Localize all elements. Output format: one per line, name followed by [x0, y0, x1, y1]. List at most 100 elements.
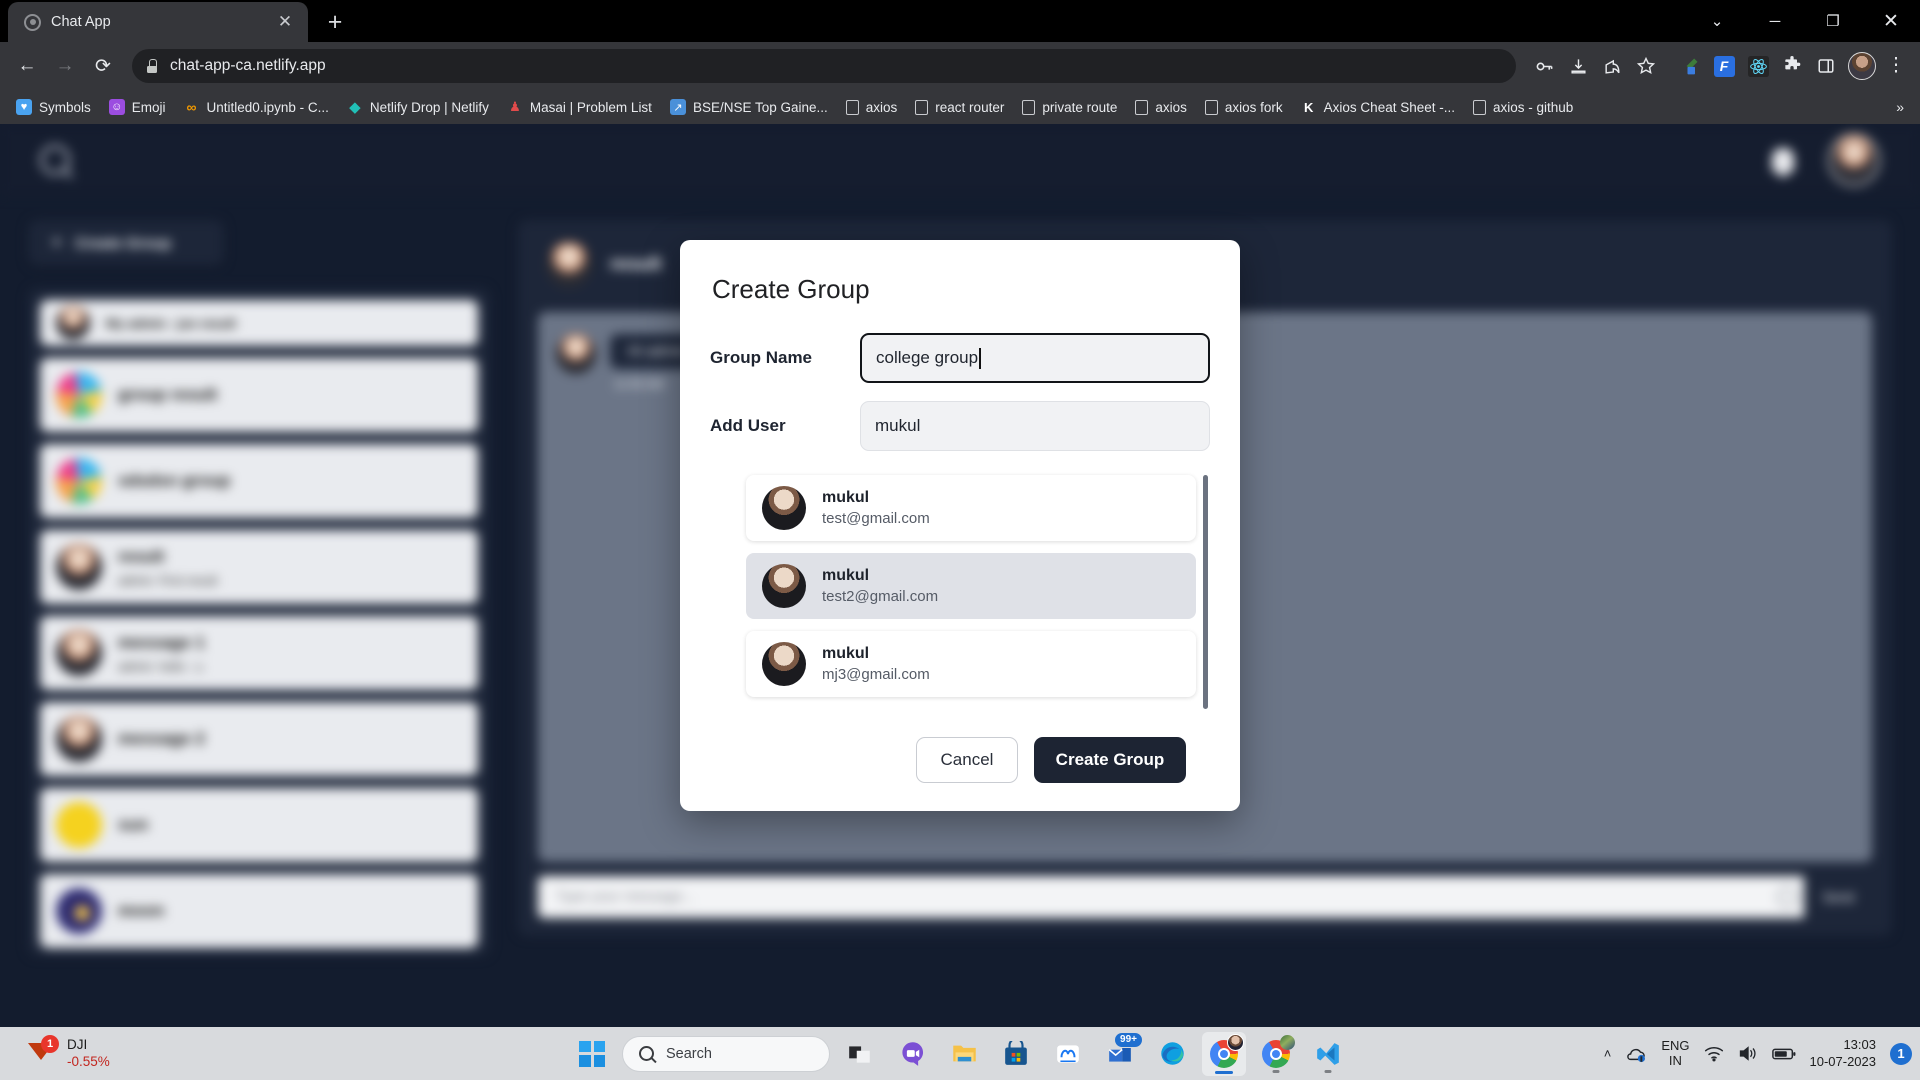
bookmark-item[interactable]: ◆ Netlify Drop | Netlify: [339, 95, 497, 119]
start-button[interactable]: [570, 1032, 614, 1076]
task-view-icon[interactable]: [838, 1032, 882, 1076]
edge-icon[interactable]: [1150, 1032, 1194, 1076]
install-app-icon[interactable]: [1562, 50, 1594, 82]
bookmark-item[interactable]: ∞ Untitled0.ipynb - C...: [176, 95, 337, 119]
tab-close-icon[interactable]: ✕: [272, 9, 298, 35]
language-top: ENG: [1661, 1037, 1690, 1053]
user-result-name: mukul: [822, 489, 870, 506]
bookmark-label: Axios Cheat Sheet -...: [1323, 99, 1455, 115]
notification-badge[interactable]: 1: [1890, 1042, 1912, 1065]
microsoft-store-icon[interactable]: [994, 1032, 1038, 1076]
address-bar[interactable]: chat-app-ca.netlify.app: [132, 49, 1516, 83]
window-controls: ⌄ ─ ❐ ✕: [1688, 0, 1920, 42]
clock[interactable]: 13:03 10-07-2023: [1810, 1037, 1877, 1071]
tray-chevron-icon[interactable]: ˄: [1604, 1046, 1612, 1061]
file-explorer-icon[interactable]: [942, 1032, 986, 1076]
blank-page-icon: [1135, 99, 1149, 115]
tab-search-chevron-icon[interactable]: ⌄: [1688, 0, 1746, 42]
svg-text:i: i: [1641, 1056, 1642, 1062]
netlify-icon: ◆: [349, 99, 361, 116]
user-result-text: mukul test2@gmail.com: [822, 567, 938, 605]
text-caret: [979, 347, 981, 369]
add-user-input[interactable]: mukul: [860, 401, 1210, 451]
bookmark-item[interactable]: axios: [838, 96, 906, 119]
group-name-row: Group Name college group: [710, 333, 1210, 383]
taskbar-search[interactable]: Search: [622, 1035, 830, 1072]
bookmarks-overflow-icon[interactable]: »: [1888, 99, 1912, 115]
results-scrollbar[interactable]: [1203, 475, 1208, 709]
user-result-name: mukul: [822, 645, 870, 662]
onedrive-icon[interactable]: i: [1625, 1045, 1647, 1063]
clock-time: 13:03: [1843, 1036, 1876, 1052]
bookmark-item[interactable]: private route: [1014, 96, 1125, 119]
mail-icon[interactable]: 99+: [1098, 1031, 1143, 1076]
bookmark-star-icon[interactable]: [1630, 50, 1662, 82]
profile-avatar[interactable]: [1848, 52, 1876, 80]
group-name-input[interactable]: college group: [860, 333, 1210, 383]
chrome-active-icon[interactable]: [1202, 1031, 1246, 1076]
new-tab-button[interactable]: +: [318, 5, 352, 39]
volume-icon[interactable]: [1738, 1045, 1758, 1062]
meta-icon[interactable]: [1046, 1032, 1090, 1076]
react-devtools-icon[interactable]: [1742, 50, 1774, 82]
extensions-puzzle-icon[interactable]: [1776, 50, 1808, 82]
address-bar-url: chat-app-ca.netlify.app: [170, 57, 326, 74]
teams-chat-icon[interactable]: [890, 1032, 934, 1076]
bookmark-item[interactable]: ☺ Emoji: [101, 95, 174, 119]
bookmark-item[interactable]: axios: [1127, 96, 1195, 119]
bookmark-item[interactable]: ↗ BSE/NSE Top Gaine...: [662, 95, 836, 119]
browser-tab-chat-app[interactable]: Chat App ✕: [8, 2, 308, 42]
user-result-avatar: [762, 486, 806, 530]
maximize-button[interactable]: ❐: [1804, 0, 1862, 42]
bookmark-label: axios: [865, 99, 898, 115]
user-result-email: mj3@gmail.com: [822, 666, 930, 683]
language-indicator[interactable]: ENG IN: [1661, 1037, 1690, 1069]
minimize-button[interactable]: ─: [1746, 0, 1804, 42]
bookmark-item[interactable]: react router: [907, 96, 1012, 119]
bookmark-label: Untitled0.ipynb - C...: [206, 99, 329, 115]
bookmark-item[interactable]: axios fork: [1197, 96, 1291, 119]
bookmark-item[interactable]: axios - github: [1465, 96, 1581, 119]
user-result-row[interactable]: mukul mj3@gmail.com: [746, 631, 1196, 697]
stocks-down-arrow-icon: 1: [26, 1034, 59, 1069]
vscode-icon[interactable]: [1306, 1032, 1350, 1076]
password-key-icon[interactable]: [1528, 50, 1560, 82]
side-panel-icon[interactable]: [1810, 50, 1842, 82]
close-window-button[interactable]: ✕: [1862, 0, 1920, 42]
share-icon[interactable]: [1596, 50, 1628, 82]
chrome-menu-icon[interactable]: ⋮: [1882, 56, 1910, 75]
taskbar-search-placeholder: Search: [666, 1045, 712, 1062]
lock-icon: [146, 59, 158, 73]
stocks-icon: ↗: [669, 99, 686, 115]
bookmark-label: axios: [1155, 99, 1187, 115]
wifi-icon[interactable]: [1704, 1046, 1724, 1062]
widget-text: DJI -0.55%: [67, 1037, 110, 1071]
cancel-button[interactable]: Cancel: [916, 737, 1018, 783]
forward-button[interactable]: →: [48, 49, 82, 83]
widget-value: -0.55%: [67, 1053, 110, 1069]
bookmark-item[interactable]: ♟ Masai | Problem List: [499, 95, 660, 119]
bookmark-item[interactable]: ♥ Symbols: [8, 95, 99, 119]
blank-page-icon: [1204, 99, 1218, 115]
flipkart-extension-icon[interactable]: F: [1708, 50, 1740, 82]
user-result-text: mukul mj3@gmail.com: [822, 645, 930, 683]
user-result-row[interactable]: mukul test2@gmail.com: [746, 553, 1196, 619]
bookmark-item[interactable]: K Axios Cheat Sheet -...: [1293, 95, 1463, 119]
mail-badge: 99+: [1114, 1031, 1143, 1048]
user-result-row[interactable]: mukul test@gmail.com: [746, 475, 1196, 541]
color-picker-icon[interactable]: [1674, 50, 1706, 82]
user-result-avatar: [762, 642, 806, 686]
back-button[interactable]: ←: [10, 49, 44, 83]
bookmark-label: private route: [1042, 99, 1118, 115]
bookmarks-bar: ♥ Symbols ☺ Emoji ∞ Untitled0.ipynb - C... ◆ Ne…: [0, 90, 1920, 124]
reload-button[interactable]: ⟳: [86, 49, 120, 83]
stocks-widget[interactable]: 1 DJI -0.55%: [10, 1034, 110, 1071]
taskbar-center: Search 99+: [570, 1031, 1350, 1076]
system-tray: ˄ i ENG IN 13:03 10-07-2023 1: [1604, 1037, 1912, 1071]
windows-logo-icon: [579, 1040, 605, 1067]
create-group-submit-button[interactable]: Create Group: [1034, 737, 1186, 783]
tab-favicon-icon: [24, 13, 41, 31]
create-group-modal: Create Group Group Name college group Ad…: [680, 240, 1240, 811]
battery-icon[interactable]: [1771, 1047, 1796, 1061]
chrome-icon[interactable]: [1254, 1032, 1298, 1076]
